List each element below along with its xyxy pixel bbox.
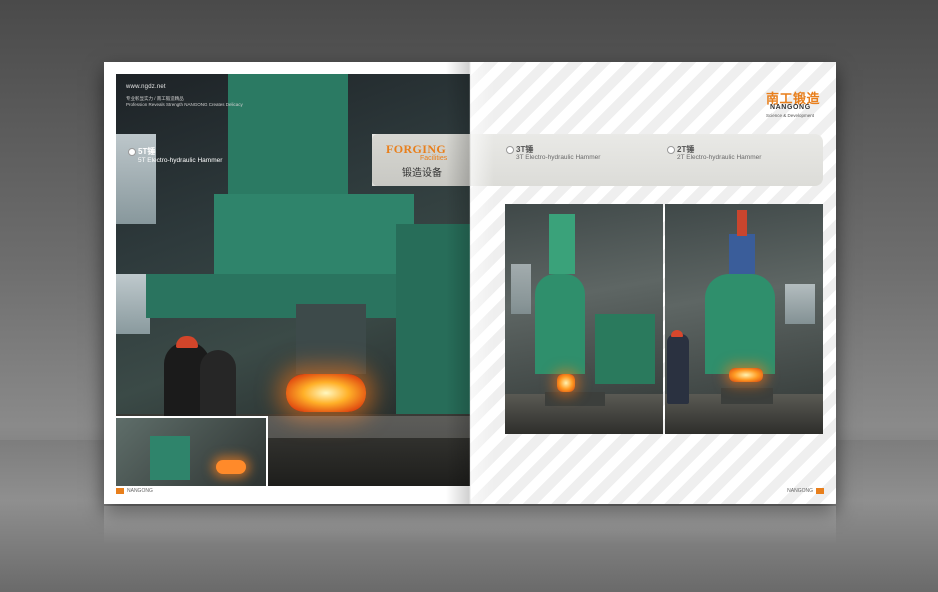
- hammer-3t-photo: [505, 204, 663, 434]
- hammer-frame: [705, 274, 775, 374]
- caption-subtitle: 5T Electro-hydraulic Hammer: [138, 157, 223, 164]
- anvil-base: [545, 392, 605, 406]
- footer-brand-left: NANGONG: [127, 488, 153, 494]
- slogan-en: Profession Reveals Strength NANGONG Crea…: [126, 102, 243, 107]
- helmet: [176, 336, 198, 348]
- footer-left: NANGONG: [116, 488, 153, 494]
- caption-title: 5T锤: [138, 147, 156, 156]
- hot-forging-billet: [286, 374, 366, 412]
- press-frame-top: [228, 74, 348, 194]
- auxiliary-machine: [595, 314, 655, 384]
- brochure-spread: www.ngdz.net 专业彰显实力 / 南工锻造精品 Profession …: [104, 62, 836, 504]
- hammer-cylinder: [729, 234, 755, 274]
- banner-facilities: Facilities: [420, 155, 448, 162]
- bullet-icon: [506, 146, 514, 154]
- caption-subtitle: 3T Electro-hydraulic Hammer: [516, 154, 601, 161]
- hammer-piston: [737, 210, 747, 236]
- worker-figure: [667, 334, 689, 404]
- website-url: www.ngdz.net: [126, 84, 166, 90]
- hot-billet: [557, 374, 575, 392]
- footer-right: NANGONG: [787, 488, 824, 494]
- inset-photo: [116, 416, 268, 486]
- right-page: 南工锻造 NANGONG Science & Development NANGO…: [470, 62, 836, 504]
- factory-window: [511, 264, 531, 314]
- hammer-2t-photo: [665, 204, 823, 434]
- left-page: www.ngdz.net 专业彰显实力 / 南工锻造精品 Profession …: [104, 62, 470, 504]
- factory-window: [785, 284, 815, 324]
- caption-subtitle: 2T Electro-hydraulic Hammer: [677, 154, 762, 161]
- banner-cn-title: 锻造设备: [402, 168, 442, 179]
- hot-billet: [729, 368, 763, 382]
- factory-window: [116, 274, 150, 334]
- footer-brand-right: NANGONG: [787, 488, 813, 494]
- brochure-reflection: [104, 506, 836, 544]
- page-number-icon: [816, 488, 824, 494]
- worker-figure: [200, 350, 236, 420]
- bullet-icon: [667, 146, 675, 154]
- logo-en: NANGONG: [770, 104, 811, 111]
- logo-tagline: Science & Development: [766, 113, 815, 118]
- bullet-icon: [128, 148, 136, 156]
- page-number-icon: [116, 488, 124, 494]
- inset-hot-metal: [216, 460, 246, 474]
- hammer-frame: [535, 274, 585, 374]
- inset-machine: [150, 436, 190, 480]
- press-die: [296, 304, 366, 374]
- hammer-top: [549, 214, 575, 274]
- anvil-base: [721, 388, 773, 404]
- helmet: [671, 330, 683, 337]
